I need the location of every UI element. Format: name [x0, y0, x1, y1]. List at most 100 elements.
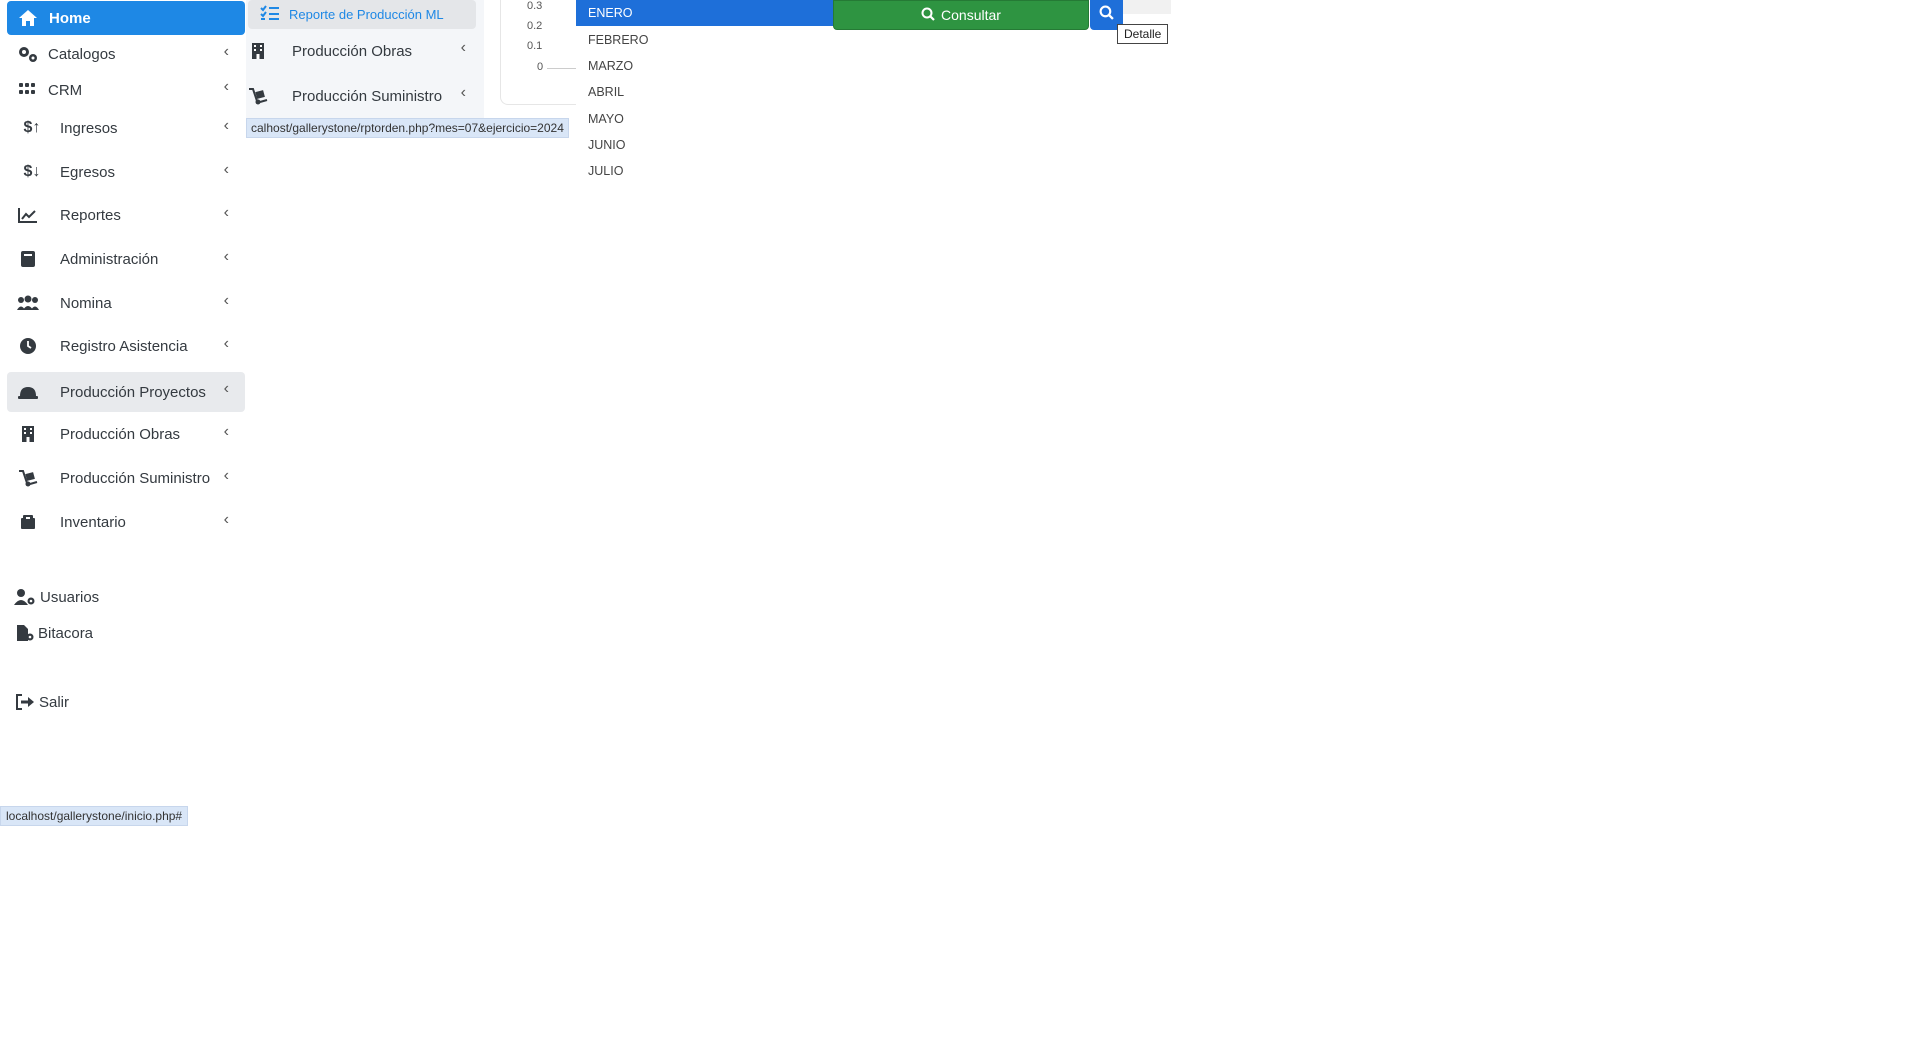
search-icon [1099, 5, 1114, 25]
month-option-label: JUNIO [588, 138, 626, 152]
chart-fragment: 0.3 0.2 0.1 0 [500, 0, 581, 105]
month-option-label: ABRIL [588, 85, 625, 99]
sidebar-item-label: Salir [39, 693, 70, 711]
sidebar-item-label: Catalogos [48, 45, 116, 63]
submenu-item-label: Producción Suministro [292, 87, 443, 105]
file-gear-icon [13, 621, 37, 645]
sidebar-item-bitacora[interactable]: Bitacora [7, 614, 245, 652]
sidebar-item-produccion-proyectos[interactable]: Producción Proyectos ‹ [7, 372, 245, 412]
gears-icon [16, 42, 40, 66]
chevron-left-icon: ‹ [223, 117, 229, 134]
sidebar-item-ingresos[interactable]: $↑ Ingresos ‹ [7, 109, 245, 147]
book-icon [16, 247, 40, 271]
building-icon [246, 39, 270, 63]
sidebar-item-registro-asistencia[interactable]: Registro Asistencia ‹ [7, 327, 245, 365]
sidebar-item-label: Usuarios [40, 588, 100, 606]
chevron-left-icon: ‹ [223, 511, 229, 528]
dollar-up-icon: $↑ [23, 119, 41, 136]
month-option-mayo[interactable]: MAYO [576, 106, 834, 132]
chevron-left-icon: ‹ [223, 423, 229, 440]
chevron-left-icon: ‹ [223, 292, 229, 309]
sidebar-item-usuarios[interactable]: Usuarios [7, 578, 245, 616]
sidebar-item-label: Nomina [60, 294, 112, 312]
month-option-label: MARZO [588, 59, 634, 73]
month-option-julio[interactable]: JULIO [576, 158, 834, 184]
sidebar-item-label: Ingresos [60, 119, 118, 137]
sidebar-item-home[interactable]: Home [7, 1, 245, 35]
toolbar-strip [1123, 0, 1171, 14]
month-option-label: FEBRERO [588, 33, 649, 47]
sidebar-item-label: Registro Asistencia [60, 337, 188, 355]
status-bar-hover-url: calhost/gallerystone/rptorden.php?mes=07… [246, 118, 569, 138]
building-icon [16, 422, 40, 446]
month-option-junio[interactable]: JUNIO [576, 132, 834, 158]
sidebar-item-produccion-obras[interactable]: Producción Obras ‹ [7, 415, 245, 453]
list-check-icon [260, 5, 280, 26]
status-bar-url: localhost/gallerystone/inicio.php# [0, 806, 189, 826]
sidebar-item-inventario[interactable]: Inventario ‹ [7, 503, 245, 541]
sidebar-item-label: Producción Proyectos [60, 383, 206, 401]
chevron-left-icon: ‹ [223, 204, 229, 221]
chart-tick-label: 0.2 [527, 20, 543, 32]
chevron-left-icon: ‹ [223, 335, 229, 352]
sidebar: Home Catalogos ‹ CRM ‹ $↑ Ingresos ‹ $↓ … [0, 0, 246, 800]
chart-tick-label: 0.1 [527, 40, 543, 52]
sidebar-item-egresos[interactable]: $↓ Egresos ‹ [7, 153, 245, 191]
sidebar-item-label: Home [49, 9, 91, 27]
box-icon [16, 510, 40, 534]
month-option-enero[interactable]: ENERO [576, 0, 834, 26]
sidebar-item-label: Administración [60, 250, 159, 268]
dolly-icon [246, 84, 270, 108]
sign-out-icon [13, 690, 37, 714]
dollar-down-icon: $↓ [23, 163, 41, 180]
chart-line-icon [16, 203, 40, 227]
month-option-label: ENERO [588, 6, 633, 20]
sidebar-item-label: Producción Obras [60, 425, 181, 443]
chevron-left-icon: ‹ [223, 248, 229, 265]
chevron-left-icon: ‹ [460, 84, 466, 101]
month-option-label: JULIO [588, 164, 624, 178]
submenu-panel: Reporte de Producción ML Producción Obra… [246, 0, 484, 118]
sidebar-item-administracion[interactable]: Administración ‹ [7, 240, 245, 278]
search-icon [921, 7, 935, 24]
dolly-icon [16, 466, 40, 490]
detalle-tooltip: Detalle [1117, 24, 1169, 44]
month-dropdown-list: ENERO FEBRERO MARZO ABRIL MAYO JUNIO JUL… [576, 0, 834, 190]
sidebar-item-produccion-suministro[interactable]: Producción Suministro ‹ [7, 459, 245, 497]
sidebar-item-label: CRM [48, 81, 83, 99]
sidebar-item-nomina[interactable]: Nomina ‹ [7, 284, 245, 322]
sidebar-item-reportes[interactable]: Reportes ‹ [7, 196, 245, 234]
submenu-item-produccion-suministro[interactable]: Producción Suministro ‹ [246, 78, 484, 114]
chevron-left-icon: ‹ [223, 161, 229, 178]
chevron-left-icon: ‹ [223, 380, 229, 397]
submenu-item-label: Reporte de Producción ML [289, 7, 444, 22]
consultar-button[interactable]: Consultar [833, 0, 1089, 30]
chevron-left-icon: ‹ [223, 78, 229, 95]
chevron-left-icon: ‹ [223, 43, 229, 60]
chart-tick-label: 0 [537, 61, 544, 73]
chart-tick-label: 0.3 [527, 0, 543, 12]
hardhat-icon [16, 380, 40, 404]
user-gear-icon [13, 585, 37, 609]
home-icon [16, 6, 40, 30]
sidebar-item-salir[interactable]: Salir [7, 683, 245, 721]
submenu-item-produccion-obras[interactable]: Producción Obras ‹ [246, 33, 484, 69]
sidebar-item-crm[interactable]: CRM ‹ [7, 70, 245, 110]
month-option-abril[interactable]: ABRIL [576, 79, 834, 105]
chevron-left-icon: ‹ [223, 467, 229, 484]
sidebar-item-label: Egresos [60, 163, 116, 181]
sidebar-item-label: Inventario [60, 513, 126, 531]
sidebar-item-label: Reportes [60, 206, 121, 224]
month-option-marzo[interactable]: MARZO [576, 53, 834, 79]
submenu-item-label: Producción Obras [292, 42, 413, 60]
people-icon [16, 291, 40, 315]
sidebar-item-label: Bitacora [38, 624, 94, 642]
submenu-item-reporte-produccion-ml[interactable]: Reporte de Producción ML [248, 0, 476, 29]
chevron-left-icon: ‹ [460, 39, 466, 56]
month-option-label: MAYO [588, 112, 624, 126]
consultar-label: Consultar [941, 7, 1001, 23]
sidebar-item-catalogos[interactable]: Catalogos ‹ [7, 35, 245, 73]
clock-icon [16, 334, 40, 358]
grid-icon [16, 78, 40, 102]
month-option-febrero[interactable]: FEBRERO [576, 27, 834, 53]
